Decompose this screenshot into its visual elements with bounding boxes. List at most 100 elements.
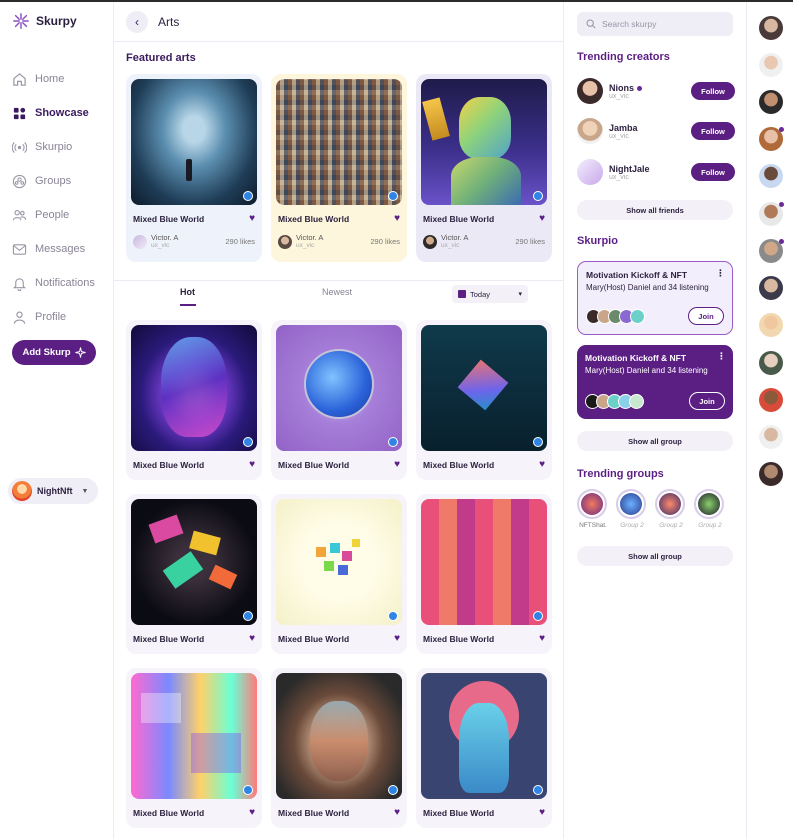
- contact-avatar[interactable]: [759, 53, 783, 77]
- contact-avatar[interactable]: [759, 351, 783, 375]
- contact-avatar[interactable]: [759, 164, 783, 188]
- add-skurp-button[interactable]: Add Skurp: [12, 340, 96, 365]
- art-card[interactable]: Mixed Blue World ♥: [416, 320, 552, 480]
- download-icon[interactable]: [388, 437, 398, 447]
- contact-avatar[interactable]: [759, 388, 783, 412]
- art-image[interactable]: [276, 79, 402, 205]
- sidebar-item-showcase[interactable]: Showcase: [12, 96, 112, 130]
- featured-card[interactable]: Mixed Blue World ♥ Victor. Aux_vic 290 li…: [271, 74, 407, 262]
- art-image[interactable]: [421, 325, 547, 451]
- skurpio-card-subtitle: Mary(Host) Daniel and 34 listening: [586, 283, 709, 292]
- current-user-menu[interactable]: NightNft ▼: [8, 478, 98, 504]
- contact-avatar[interactable]: [759, 202, 784, 226]
- download-icon[interactable]: [533, 785, 543, 795]
- art-image[interactable]: [131, 79, 257, 205]
- art-card[interactable]: Mixed Blue World ♥: [271, 320, 407, 480]
- download-icon[interactable]: [533, 191, 543, 201]
- sidebar-item-people[interactable]: People: [12, 198, 112, 232]
- download-icon[interactable]: [243, 437, 253, 447]
- art-card[interactable]: Mixed Blue World ♥: [271, 668, 407, 828]
- avatar: [577, 159, 603, 185]
- contact-avatar[interactable]: [759, 462, 783, 486]
- download-icon[interactable]: [243, 785, 253, 795]
- download-icon[interactable]: [388, 785, 398, 795]
- follow-button[interactable]: Follow: [691, 163, 735, 181]
- heart-icon[interactable]: ♥: [394, 459, 400, 470]
- creator-row[interactable]: Jamba ux_vic Follow: [577, 116, 735, 146]
- art-title: Mixed Blue World: [133, 633, 205, 644]
- heart-icon[interactable]: ♥: [249, 459, 255, 470]
- art-image[interactable]: [276, 325, 402, 451]
- brand[interactable]: Skurpy: [12, 12, 77, 30]
- download-icon[interactable]: [243, 191, 253, 201]
- date-filter-select[interactable]: Today ▾: [452, 285, 528, 303]
- group-item[interactable]: Group 2: [694, 489, 726, 529]
- download-icon[interactable]: [388, 611, 398, 621]
- group-item[interactable]: NFTShat.: [577, 489, 609, 529]
- show-all-friends-button[interactable]: Show all friends: [577, 200, 733, 220]
- sidebar-item-notifications[interactable]: Notifications: [12, 266, 112, 300]
- tab-newest[interactable]: Newest: [322, 287, 352, 297]
- join-button[interactable]: Join: [689, 392, 725, 410]
- main-content: ‹ Arts Featured arts Mixed Blue World ♥ V…: [114, 2, 564, 839]
- contact-avatar[interactable]: [759, 313, 783, 337]
- heart-icon[interactable]: ♥: [539, 807, 545, 818]
- show-all-group-button[interactable]: Show all group: [577, 431, 733, 451]
- art-image[interactable]: [421, 499, 547, 625]
- follow-button[interactable]: Follow: [691, 82, 735, 100]
- heart-icon[interactable]: ♥: [249, 633, 255, 644]
- sidebar-item-profile[interactable]: Profile: [12, 300, 112, 334]
- featured-card[interactable]: Mixed Blue World ♥ Victor. Aux_vic 290 li…: [416, 74, 552, 262]
- creator-row[interactable]: Nions ux_vic Follow: [577, 76, 735, 106]
- heart-icon[interactable]: ♥: [539, 633, 545, 644]
- heart-icon[interactable]: ♥: [394, 807, 400, 818]
- group-item[interactable]: Group 2: [616, 489, 648, 529]
- sidebar-item-groups[interactable]: Groups: [12, 164, 112, 198]
- join-button[interactable]: Join: [688, 307, 724, 325]
- skurpio-card[interactable]: Motivation Kickoff & NFT Mary(Host) Dani…: [577, 345, 733, 419]
- sidebar-item-skurpio[interactable]: Skurpio: [12, 130, 112, 164]
- download-icon[interactable]: [388, 191, 398, 201]
- contact-avatar[interactable]: [759, 239, 784, 263]
- skurpio-card[interactable]: Motivation Kickoff & NFT Mary(Host) Dani…: [577, 261, 733, 335]
- follow-button[interactable]: Follow: [691, 122, 735, 140]
- sidebar-item-messages[interactable]: Messages: [12, 232, 112, 266]
- art-image[interactable]: [421, 79, 547, 205]
- heart-icon[interactable]: ♥: [394, 633, 400, 644]
- art-card[interactable]: Mixed Blue World ♥: [416, 494, 552, 654]
- creator-row[interactable]: NightJale ux_vic Follow: [577, 157, 735, 187]
- heart-icon[interactable]: ♥: [249, 807, 255, 818]
- more-options-icon[interactable]: ⋮: [717, 351, 726, 362]
- heart-icon[interactable]: ♥: [539, 213, 545, 224]
- art-image[interactable]: [276, 499, 402, 625]
- art-card[interactable]: Mixed Blue World ♥: [271, 494, 407, 654]
- art-card[interactable]: Mixed Blue World ♥: [416, 668, 552, 828]
- more-options-icon[interactable]: ⋮: [716, 268, 725, 279]
- contact-avatar[interactable]: [759, 276, 783, 300]
- art-card[interactable]: Mixed Blue World ♥: [126, 494, 262, 654]
- art-image[interactable]: [131, 673, 257, 799]
- download-icon[interactable]: [533, 437, 543, 447]
- search-input[interactable]: Search skurpy: [577, 12, 733, 36]
- contact-avatar[interactable]: [759, 16, 783, 40]
- show-all-group-button[interactable]: Show all group: [577, 546, 733, 566]
- art-card[interactable]: Mixed Blue World ♥: [126, 320, 262, 480]
- art-image[interactable]: [421, 673, 547, 799]
- contact-avatar[interactable]: [759, 127, 784, 151]
- group-item[interactable]: Group 2: [655, 489, 687, 529]
- featured-card[interactable]: Mixed Blue World ♥ Victor. Aux_vic 290 li…: [126, 74, 262, 262]
- art-image[interactable]: [276, 673, 402, 799]
- download-icon[interactable]: [243, 611, 253, 621]
- heart-icon[interactable]: ♥: [249, 213, 255, 224]
- tab-hot[interactable]: Hot: [180, 287, 195, 297]
- contact-avatar[interactable]: [759, 425, 783, 449]
- art-image[interactable]: [131, 499, 257, 625]
- back-button[interactable]: ‹: [126, 10, 148, 33]
- art-card[interactable]: Mixed Blue World ♥: [126, 668, 262, 828]
- contact-avatar[interactable]: [759, 90, 783, 114]
- download-icon[interactable]: [533, 611, 543, 621]
- art-image[interactable]: [131, 325, 257, 451]
- sidebar-item-home[interactable]: Home: [12, 62, 112, 96]
- heart-icon[interactable]: ♥: [394, 213, 400, 224]
- heart-icon[interactable]: ♥: [539, 459, 545, 470]
